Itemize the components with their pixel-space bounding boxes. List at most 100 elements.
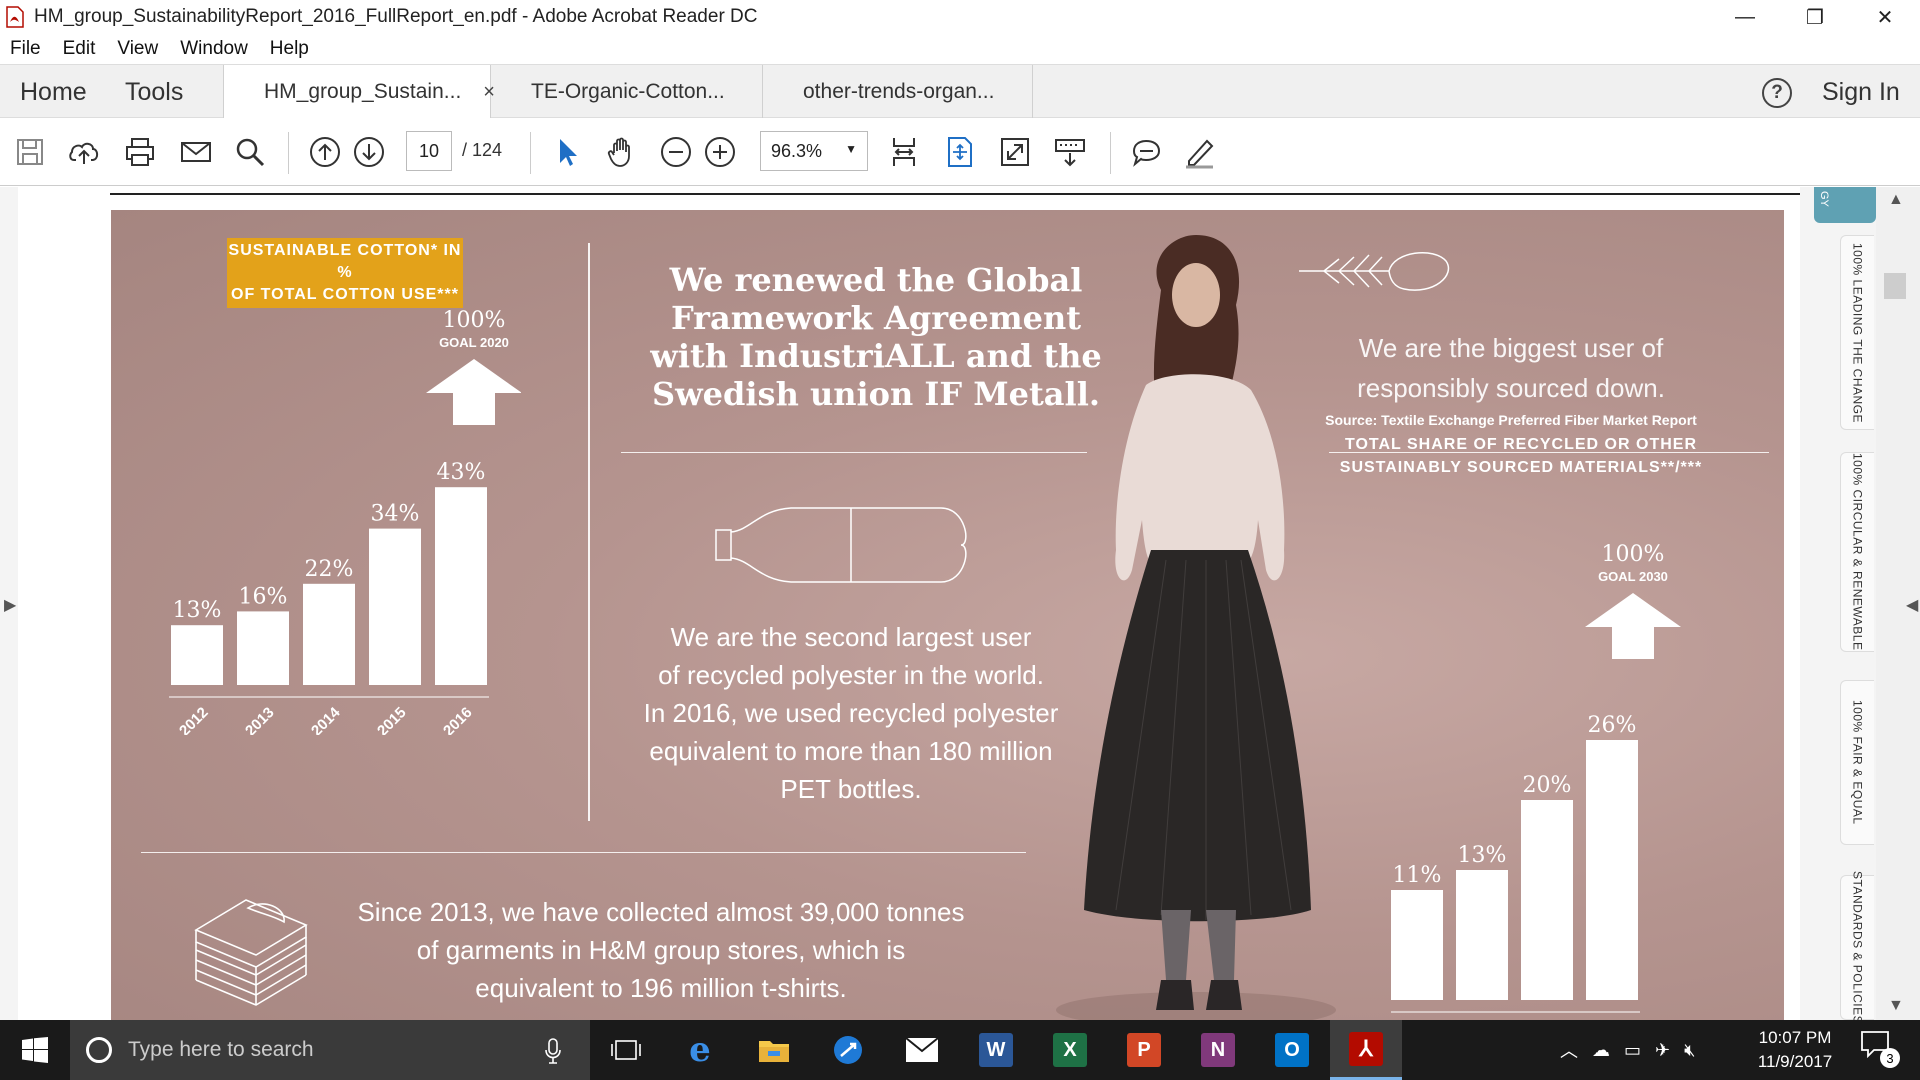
menu-window[interactable]: Window [180,38,248,60]
goal-year-label: GOAL 2020 [439,335,509,350]
bar-value-label: 34% [371,502,420,527]
down-text-line: We are the biggest user of [1358,333,1664,363]
goal-year-label: GOAL 2030 [1598,569,1668,584]
help-icon[interactable]: ? [1762,78,1792,108]
fit-page-icon[interactable] [940,132,980,172]
page-total: / 124 [462,140,503,160]
zoom-out-icon[interactable] [656,132,696,172]
tab-document-te-organic[interactable]: TE-Organic-Cotton... [491,65,763,119]
side-tab-strategy[interactable]: GY [1814,187,1876,223]
menu-edit[interactable]: Edit [63,38,96,60]
tab-document-other-trends[interactable]: other-trends-organ... [763,65,1033,119]
tab-home[interactable]: Home [20,65,87,119]
zoom-in-icon[interactable] [700,132,740,172]
task-view-icon[interactable] [590,1020,662,1080]
word-icon[interactable]: W [960,1020,1032,1080]
volume-muted-icon[interactable]: 🔇︎ [1684,1040,1695,1061]
previous-page-icon[interactable] [305,132,345,172]
collapse-left-panel-icon[interactable]: ▶ [4,595,16,615]
divider-horizontal [621,452,1087,453]
document-viewport[interactable]: ▶ SUSTAINABLE COTTON* IN % OF TOTAL COTT… [0,187,1920,1020]
tab-tools[interactable]: Tools [125,65,183,119]
scroll-up-icon[interactable]: ▲ [1888,191,1904,209]
clock-time: 10:07 PM [1758,1028,1832,1047]
chart-bar [303,583,355,685]
zoom-select[interactable]: 96.3% ▼ [760,131,868,171]
read-mode-icon[interactable] [1050,132,1090,172]
goal-value-label: 100% [1602,542,1665,567]
restore-button[interactable]: ❐ [1780,0,1850,34]
onedrive-icon[interactable]: ☁ [1592,1040,1610,1061]
tab-document-hm-report[interactable]: HM_group_Sustain... × [223,65,495,119]
page-number-input[interactable]: 10 [406,131,452,171]
cotton-chart-title: SUSTAINABLE COTTON* IN % OF TOTAL COTTON… [227,238,463,308]
acrobat-taskbar-icon[interactable]: ⅄ [1330,1020,1402,1080]
microphone-icon[interactable] [544,1038,562,1064]
taskbar-clock[interactable]: 10:07 PM 11/9/2017 [1740,1026,1850,1074]
menu-view[interactable]: View [117,38,158,60]
comment-icon[interactable] [1126,132,1166,172]
upload-cloud-icon[interactable] [64,132,104,172]
collapse-right-panel-icon[interactable]: ◀ [1906,595,1918,615]
materials-chart-title: TOTAL SHARE OF RECYCLED OR OTHER SUSTAIN… [1331,433,1711,479]
scrolling-mode-icon[interactable] [884,132,924,172]
highlight-pen-icon[interactable] [1180,132,1220,172]
chart-bar [369,528,421,685]
feather-icon [1299,252,1449,291]
start-button[interactable] [0,1020,70,1080]
cotton-bar-chart: 100% GOAL 2020 13% 2012 16% 2013 22% 2014 34% 201… [169,308,521,735]
model-photo [1056,235,1336,1020]
select-cursor-icon[interactable] [547,132,587,172]
save-icon[interactable] [10,132,50,172]
side-tab-fair-equal[interactable]: 100% FAIR & EQUAL [1840,680,1874,845]
headline: We renewed the Global Framework Agreemen… [641,261,1111,413]
menu-help[interactable]: Help [270,38,309,60]
garments-text: Since 2013, we have collected almost 39,… [321,893,1001,1007]
blue-app-icon[interactable] [812,1020,884,1080]
close-window-button[interactable]: ✕ [1850,0,1920,34]
minimize-button[interactable]: — [1710,0,1780,34]
search-icon[interactable] [230,132,270,172]
x-tick-label: 2012 [176,704,212,735]
taskbar-search[interactable]: Type here to search [70,1020,590,1080]
menu-file[interactable]: File [10,38,41,60]
search-placeholder: Type here to search [128,1038,314,1061]
tab-document-label: TE-Organic-Cotton... [531,80,725,103]
acrobat-file-icon [6,6,24,28]
scroll-down-icon[interactable]: ▼ [1888,997,1904,1015]
pet-bottle-icon [715,507,967,583]
outlook-icon[interactable]: O [1256,1020,1328,1080]
sign-in-button[interactable]: Sign In [1822,65,1900,119]
toolbar-divider [530,132,531,174]
x-tick-label: 2013 [242,704,278,735]
bar-value-label: 43% [437,460,486,485]
folded-garments-icon [194,899,308,1006]
onenote-icon[interactable]: N [1182,1020,1254,1080]
hand-tool-icon[interactable] [602,132,642,172]
excel-icon[interactable]: X [1034,1020,1106,1080]
mail-icon[interactable] [886,1020,958,1080]
bar-value-label: 26% [1588,713,1637,738]
next-page-icon[interactable] [349,132,389,172]
side-tab-standards-policies[interactable]: STANDARDS & POLICIES [1840,871,1874,1020]
bar-value-label: 13% [173,598,222,623]
battery-icon[interactable]: ▭ [1624,1040,1641,1061]
full-screen-icon[interactable] [995,132,1035,172]
edge-icon[interactable]: e [664,1020,736,1080]
side-tab-leading-the-change[interactable]: 100% LEADING THE CHANGE [1840,235,1874,430]
polyester-text-line: of recycled polyester in the world. [658,660,1044,690]
powerpoint-icon[interactable]: P [1108,1020,1180,1080]
page-rule [110,193,1800,195]
chevron-up-icon[interactable]: ︿ [1560,1037,1578,1063]
pdf-page: SUSTAINABLE COTTON* IN % OF TOTAL COTTON… [18,187,1800,1020]
materials-bar-chart: 100%GOAL 203011%201313%201420%201526%201… [1391,542,1681,1020]
network-icon[interactable]: ✈ [1655,1040,1670,1061]
scrollbar-thumb[interactable] [1884,273,1906,299]
side-tab-label: STANDARDS & POLICIES [1850,870,1865,1020]
action-center-icon[interactable]: 3 [1860,1030,1900,1070]
email-icon[interactable] [176,132,216,172]
polyester-text-line: equivalent to more than 180 million [649,736,1053,766]
side-tab-circular-renewable[interactable]: 100% CIRCULAR & RENEWABLE [1840,452,1874,652]
print-icon[interactable] [120,132,160,172]
file-explorer-icon[interactable] [738,1020,810,1080]
